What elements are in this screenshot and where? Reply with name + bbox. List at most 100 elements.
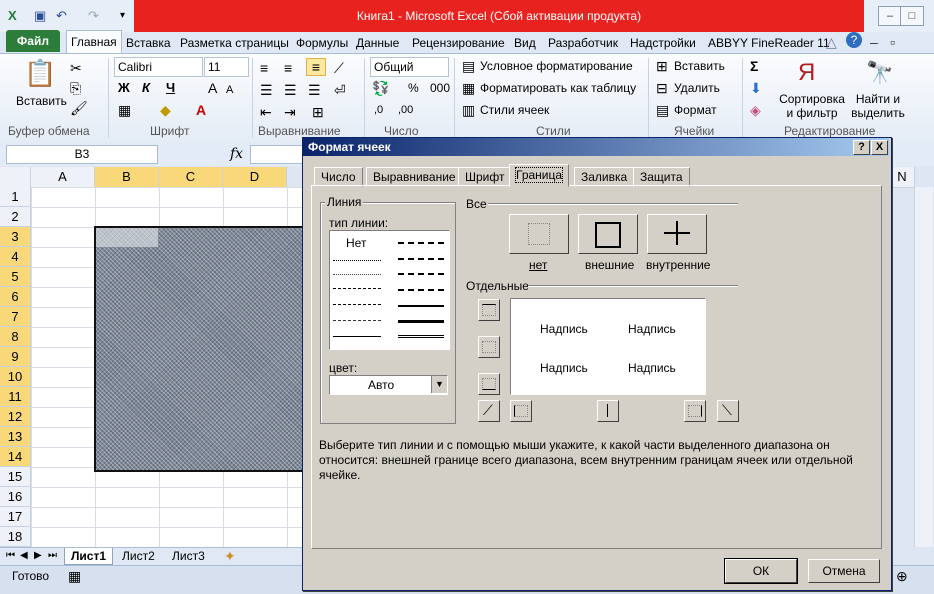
format-cells-button[interactable]: Формат <box>674 103 717 117</box>
row-header-2[interactable]: 2 <box>0 207 31 227</box>
autosum-icon[interactable]: Σ <box>750 58 758 74</box>
row-header-6[interactable]: 6 <box>0 287 31 307</box>
cut-icon[interactable]: ✂ <box>70 60 82 76</box>
tab-formulas[interactable]: Формулы <box>296 34 348 52</box>
preset-outline-button[interactable] <box>578 214 638 254</box>
tab-font[interactable]: Шрифт <box>458 167 512 187</box>
percent-button[interactable]: % <box>408 81 419 95</box>
decrease-indent-icon[interactable]: ⇤ <box>260 104 272 120</box>
paste-icon[interactable]: 📋 <box>24 58 56 88</box>
window-restore-icon[interactable]: ▫ <box>890 34 895 50</box>
line-style-medium[interactable] <box>398 305 444 307</box>
line-style-slant-dash-dot[interactable] <box>398 258 444 260</box>
restore-window-icon[interactable]: – <box>870 34 878 50</box>
row-header-11[interactable]: 11 <box>0 387 31 407</box>
bold-button[interactable]: Ж <box>118 80 130 95</box>
font-color-icon[interactable]: A <box>196 102 206 118</box>
tab-fill[interactable]: Заливка <box>574 167 635 187</box>
delete-cells-button[interactable]: Удалить <box>674 81 720 95</box>
dialog-close-button[interactable]: X <box>871 140 888 155</box>
increase-indent-icon[interactable]: ⇥ <box>284 104 296 120</box>
format-as-table-button[interactable]: Форматировать как таблицу <box>480 81 636 95</box>
borders-icon[interactable]: ▦ <box>118 102 131 118</box>
conditional-formatting-button[interactable]: Условное форматирование <box>480 59 633 73</box>
currency-icon[interactable]: 💱 <box>372 80 389 96</box>
column-header-n[interactable]: N <box>890 167 915 188</box>
border-left-button[interactable] <box>510 400 532 422</box>
row-header-16[interactable]: 16 <box>0 487 31 507</box>
sheet-tab-2[interactable]: Лист2 <box>116 548 161 564</box>
tab-home[interactable]: Главная <box>66 30 122 54</box>
align-center-icon[interactable]: ☰ <box>284 82 297 98</box>
border-bottom-button[interactable] <box>478 373 500 395</box>
column-header-c[interactable]: C <box>159 167 223 188</box>
minimize-button[interactable]: – <box>878 6 902 26</box>
border-middle-v-button[interactable] <box>597 400 619 422</box>
tab-review[interactable]: Рецензирование <box>412 34 505 52</box>
row-header-1[interactable]: 1 <box>0 187 31 207</box>
row-header-7[interactable]: 7 <box>0 307 31 327</box>
border-preview[interactable] <box>510 298 706 395</box>
selected-range[interactable] <box>94 226 308 472</box>
insert-function-icon[interactable]: fx <box>230 146 243 162</box>
line-style-dotted[interactable] <box>333 274 381 275</box>
row-header-18[interactable]: 18 <box>0 527 31 547</box>
tab-alignment[interactable]: Выравнивание <box>366 167 463 187</box>
line-style-medium-dashed[interactable] <box>398 289 444 291</box>
vertical-scrollbar[interactable] <box>914 187 933 547</box>
line-style-medium-dash-dot-dot[interactable] <box>398 242 444 244</box>
find-select-button[interactable]: Найти и выделить <box>848 92 908 120</box>
sort-filter-icon[interactable]: Я <box>798 58 815 88</box>
row-header-15[interactable]: 15 <box>0 467 31 487</box>
column-header-a[interactable]: A <box>31 167 95 188</box>
dialog-help-button[interactable]: ? <box>853 140 870 155</box>
conditional-formatting-icon[interactable]: ▤ <box>462 58 475 74</box>
tab-protection[interactable]: Защита <box>633 167 690 187</box>
customize-qat-icon[interactable]: ▾ <box>120 6 125 26</box>
row-header-17[interactable]: 17 <box>0 507 31 527</box>
clear-icon[interactable]: ◈ <box>750 102 761 118</box>
format-as-table-icon[interactable]: ▦ <box>462 80 475 96</box>
align-right-icon[interactable]: ☰ <box>308 82 321 98</box>
tab-addins[interactable]: Надстройки <box>630 34 696 52</box>
row-header-5[interactable]: 5 <box>0 267 31 287</box>
line-style-dashed[interactable] <box>333 320 381 321</box>
fill-icon[interactable]: ⬇ <box>750 80 762 96</box>
row-header-14[interactable]: 14 <box>0 447 31 467</box>
name-box[interactable]: B3 <box>6 145 158 164</box>
line-color-select[interactable]: Авто ▼ <box>329 375 448 395</box>
align-left-icon[interactable]: ☰ <box>260 82 273 98</box>
align-middle-icon[interactable]: ≡ <box>284 60 292 76</box>
tab-abbyy[interactable]: ABBYY FineReader 11 <box>708 34 830 52</box>
row-header-13[interactable]: 13 <box>0 427 31 447</box>
column-header-b[interactable]: B <box>95 167 159 188</box>
save-icon[interactable]: ▣ <box>34 6 46 26</box>
select-all-corner[interactable] <box>0 167 31 188</box>
insert-cells-icon[interactable]: ⊞ <box>656 58 668 74</box>
line-style-thick[interactable] <box>398 320 444 323</box>
sheet-tab-1[interactable]: Лист1 <box>64 548 114 565</box>
grow-font-icon[interactable]: A <box>208 80 217 96</box>
border-top-button[interactable] <box>478 299 500 321</box>
cancel-button[interactable]: Отмена <box>808 559 880 583</box>
row-header-12[interactable]: 12 <box>0 407 31 427</box>
insert-sheet-icon[interactable]: ✦ <box>224 548 236 564</box>
chevron-down-icon[interactable]: ▼ <box>431 376 447 393</box>
help-icon[interactable]: ? <box>846 32 862 48</box>
number-format-select[interactable]: Общий <box>370 57 449 77</box>
maximize-button[interactable]: □ <box>900 6 924 26</box>
tab-number[interactable]: Число <box>314 167 363 187</box>
tab-developer[interactable]: Разработчик <box>548 34 618 52</box>
italic-button[interactable]: К <box>142 80 150 95</box>
underline-button[interactable]: Ч <box>166 80 175 95</box>
cell-styles-button[interactable]: Стили ячеек <box>480 103 549 117</box>
increase-decimal-icon[interactable]: ,0 <box>374 102 383 118</box>
font-size-select[interactable]: 11 <box>204 57 249 77</box>
fill-color-icon[interactable]: ◆ <box>160 102 171 118</box>
line-style-thin[interactable] <box>333 336 381 337</box>
tab-page-layout[interactable]: Разметка страницы <box>180 34 289 52</box>
row-header-9[interactable]: 9 <box>0 347 31 367</box>
line-style-hair[interactable] <box>333 260 381 261</box>
row-header-10[interactable]: 10 <box>0 367 31 387</box>
column-header-d[interactable]: D <box>223 167 287 188</box>
